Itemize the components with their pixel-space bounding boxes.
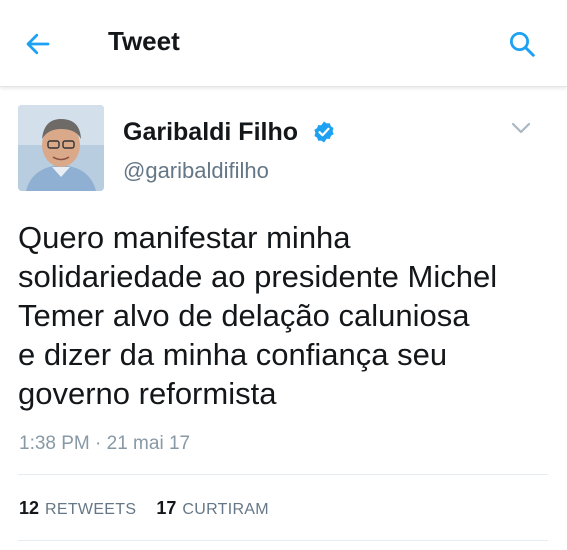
tweet-stats: 12 RETWEETS 17 CURTIRAM: [19, 498, 269, 519]
divider: [18, 474, 548, 475]
verified-badge-icon: [314, 121, 334, 143]
page-title: Tweet: [108, 26, 180, 56]
author-handle[interactable]: @garibaldifilho: [123, 158, 269, 184]
retweets-stat[interactable]: 12 RETWEETS: [19, 498, 136, 519]
divider: [18, 540, 548, 541]
back-button[interactable]: [20, 26, 56, 62]
author-name[interactable]: Garibaldi Filho: [123, 118, 298, 147]
likes-count: 17: [156, 498, 177, 518]
likes-stat[interactable]: 17 CURTIRAM: [156, 498, 269, 519]
search-icon: [510, 32, 535, 57]
retweets-label: RETWEETS: [45, 501, 137, 518]
chevron-down-icon: [511, 122, 531, 134]
likes-label: CURTIRAM: [182, 501, 269, 518]
top-app-bar: Tweet: [0, 0, 567, 87]
search-button[interactable]: [503, 25, 541, 63]
retweets-count: 12: [19, 498, 40, 518]
tweet-text: Quero manifestar minha solidariedade ao …: [18, 220, 498, 411]
profile-photo: [18, 105, 104, 191]
avatar[interactable]: [18, 105, 104, 191]
tweet-timestamp: 1:38 PM · 21 mai 17: [19, 433, 191, 454]
arrow-left-icon: [26, 33, 50, 55]
tweet-options-button[interactable]: [508, 118, 534, 138]
